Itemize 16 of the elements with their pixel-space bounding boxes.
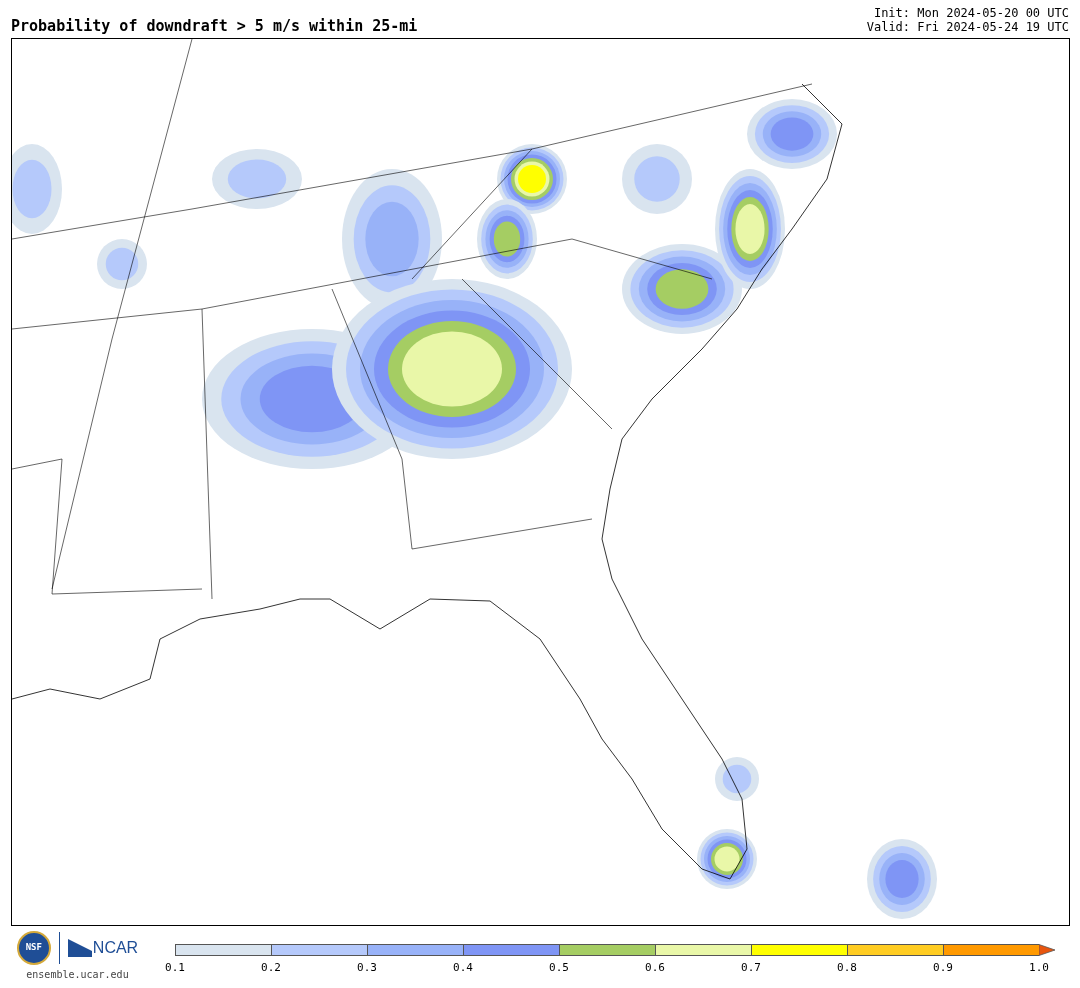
tick-label: 0.4 (452, 962, 474, 973)
tick-label: 0.6 (644, 962, 666, 973)
tick-label: 0.8 (836, 962, 858, 973)
tick-label: 0.9 (932, 962, 954, 973)
tick-label: 1.0 (1028, 962, 1050, 973)
init-time: Init: Mon 2024-05-20 00 UTC (873, 6, 1069, 20)
tick-label: 0.1 (164, 962, 186, 973)
valid-time: Valid: Fri 2024-05-24 19 UTC (866, 20, 1069, 34)
chart-title: Probability of downdraft > 5 m/s within 25-mi (11, 19, 418, 34)
ncar-logo: NCAR (67, 936, 139, 960)
site-url: ensemble.ucar.edu (26, 968, 129, 982)
nsf-logo: NSF (16, 931, 51, 965)
tick-label: 0.2 (260, 962, 282, 973)
tick-label: 0.3 (356, 962, 378, 973)
tick-label: 0.7 (740, 962, 762, 973)
tick-label: 0.5 (548, 962, 570, 973)
